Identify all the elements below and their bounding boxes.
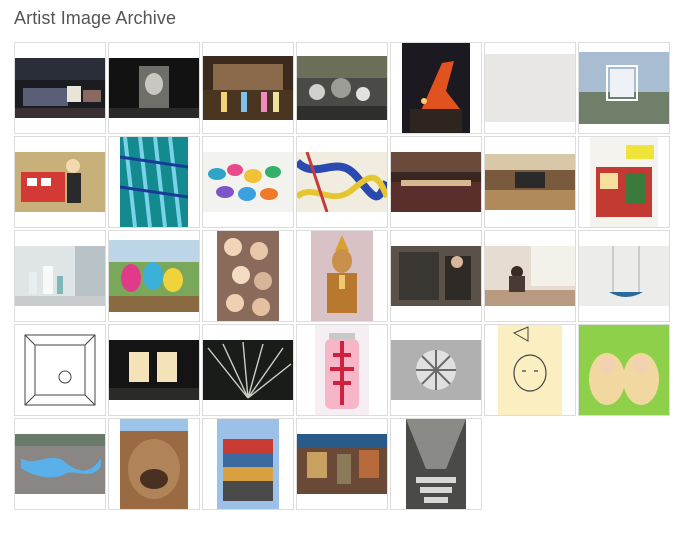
thumbnail-cell[interactable] [202, 230, 294, 322]
thumbnail-image[interactable] [402, 43, 470, 133]
thumbnail-image[interactable] [485, 246, 575, 306]
thumbnail-image[interactable] [297, 152, 387, 212]
thumbnail-cell[interactable] [390, 230, 482, 322]
thumbnail-grid [14, 42, 670, 510]
thumbnail-image[interactable] [120, 419, 188, 509]
thumbnail-cell[interactable] [578, 230, 670, 322]
thumbnail-image[interactable] [217, 419, 279, 509]
thumbnail-cell[interactable] [14, 324, 106, 416]
thumbnail-cell[interactable] [202, 42, 294, 134]
thumbnail-cell[interactable] [108, 324, 200, 416]
thumbnail-image[interactable] [15, 246, 105, 306]
thumbnail-cell[interactable] [578, 324, 670, 416]
thumbnail-cell[interactable] [14, 418, 106, 510]
page-title: Artist Image Archive [14, 8, 177, 28]
thumbnail-cell[interactable] [484, 230, 576, 322]
thumbnail-cell[interactable] [390, 418, 482, 510]
thumbnail-image[interactable] [109, 240, 199, 312]
thumbnail-cell[interactable] [578, 42, 670, 134]
thumbnail-cell[interactable] [108, 42, 200, 134]
thumbnail-image[interactable] [579, 52, 669, 124]
thumbnail-cell[interactable] [390, 324, 482, 416]
thumbnail-cell[interactable] [390, 136, 482, 228]
thumbnail-image[interactable] [203, 152, 293, 212]
thumbnail-cell[interactable] [296, 324, 388, 416]
thumbnail-image[interactable] [579, 325, 669, 415]
thumbnail-cell[interactable] [14, 136, 106, 228]
thumbnail-image[interactable] [297, 56, 387, 120]
thumbnail-image[interactable] [15, 152, 105, 212]
thumbnail-cell[interactable] [202, 136, 294, 228]
thumbnail-image[interactable] [498, 325, 562, 415]
thumbnail-image[interactable] [391, 340, 481, 400]
thumbnail-image[interactable] [485, 54, 575, 122]
thumbnail-cell[interactable] [108, 136, 200, 228]
thumbnail-image[interactable] [120, 137, 188, 227]
thumbnail-cell[interactable] [484, 324, 576, 416]
thumbnail-image[interactable] [391, 246, 481, 306]
thumbnail-image[interactable] [311, 231, 373, 321]
thumbnail-image[interactable] [217, 231, 279, 321]
thumbnail-cell[interactable] [14, 42, 106, 134]
thumbnail-cell[interactable] [296, 418, 388, 510]
thumbnail-cell[interactable] [578, 136, 670, 228]
thumbnail-cell[interactable] [108, 418, 200, 510]
thumbnail-image[interactable] [203, 56, 293, 120]
thumbnail-image[interactable] [315, 325, 369, 415]
thumbnail-cell[interactable] [484, 42, 576, 134]
thumbnail-cell[interactable] [390, 42, 482, 134]
thumbnail-image[interactable] [203, 340, 293, 400]
thumbnail-image[interactable] [15, 58, 105, 118]
thumbnail-image[interactable] [109, 340, 199, 400]
thumbnail-cell[interactable] [296, 230, 388, 322]
thumbnail-cell[interactable] [108, 230, 200, 322]
thumbnail-cell[interactable] [14, 230, 106, 322]
thumbnail-image[interactable] [297, 434, 387, 494]
thumbnail-image[interactable] [391, 152, 481, 212]
thumbnail-cell[interactable] [484, 136, 576, 228]
thumbnail-cell[interactable] [202, 418, 294, 510]
thumbnail-cell[interactable] [296, 136, 388, 228]
thumbnail-cell[interactable] [202, 324, 294, 416]
thumbnail-image[interactable] [109, 58, 199, 118]
thumbnail-image[interactable] [485, 154, 575, 210]
thumbnail-image[interactable] [579, 246, 669, 306]
thumbnail-image[interactable] [15, 434, 105, 494]
thumbnail-image[interactable] [15, 325, 105, 415]
thumbnail-image[interactable] [406, 419, 466, 509]
thumbnail-image[interactable] [590, 137, 658, 227]
thumbnail-cell[interactable] [296, 42, 388, 134]
